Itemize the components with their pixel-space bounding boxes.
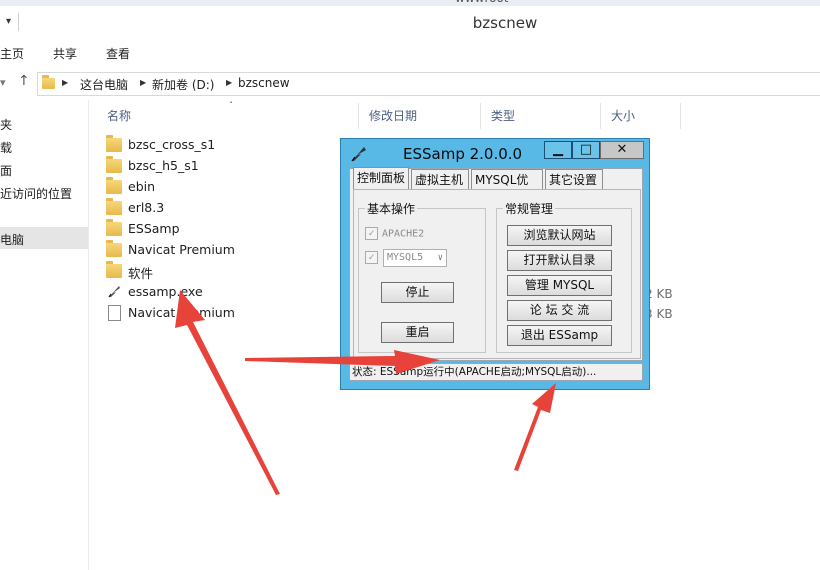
parent-window-strip bbox=[0, 0, 820, 6]
checkbox-checked-icon[interactable]: ✓ bbox=[365, 227, 378, 240]
breadcrumb-chevron-icon: ▶ bbox=[226, 78, 233, 87]
up-arrow-icon[interactable]: ↑ bbox=[18, 73, 30, 89]
exit-essamp-button[interactable]: 退出 ESSamp bbox=[507, 325, 612, 346]
breadcrumb-chevron-icon: ▶ bbox=[62, 78, 69, 87]
breadcrumb-chevron-icon: ▶ bbox=[140, 78, 147, 87]
tab-mysql-optimize[interactable]: MYSQL优化 bbox=[471, 169, 543, 207]
column-header: 名称 修改日期 类型 大小 bbox=[89, 103, 681, 129]
nav-item-this-pc[interactable]: 电脑 bbox=[0, 231, 24, 248]
nav-item-desktop[interactable]: 面 bbox=[0, 162, 12, 179]
checkbox-checked-icon[interactable]: ✓ bbox=[365, 251, 378, 264]
minimize-icon: ▁ bbox=[553, 142, 563, 157]
ribbon-tab-view[interactable]: 查看 bbox=[106, 45, 130, 62]
folder-icon bbox=[42, 75, 55, 89]
breadcrumb-current-folder[interactable]: bzscnew bbox=[238, 76, 290, 90]
folder-icon bbox=[106, 240, 122, 257]
mysql-version-value: MYSQL5 bbox=[387, 252, 424, 263]
manage-mysql-button[interactable]: 管理 MYSQL bbox=[507, 275, 612, 296]
ribbon-tab-home[interactable]: 主页 bbox=[0, 45, 24, 62]
folder-icon bbox=[106, 219, 122, 236]
apache-checkbox-row[interactable]: ✓ APACHE2 bbox=[365, 227, 424, 240]
maximize-button[interactable]: □ bbox=[572, 141, 600, 159]
ribbon: 主页 共享 查看 bbox=[0, 40, 820, 67]
recent-locations-icon[interactable]: ▾ bbox=[0, 76, 6, 89]
file-name: Navicat Premium bbox=[128, 305, 235, 320]
breadcrumb-drive[interactable]: 新加卷 (D:) bbox=[152, 76, 214, 93]
apache-label: APACHE2 bbox=[382, 228, 425, 240]
folder-icon bbox=[106, 156, 122, 173]
feather-logo-icon bbox=[351, 147, 366, 162]
folder-icon bbox=[106, 135, 122, 152]
browse-default-site-button[interactable]: 浏览默认网站 bbox=[507, 225, 612, 246]
close-button[interactable]: ✕ bbox=[600, 141, 644, 159]
file-name: bzsc_h5_s1 bbox=[128, 158, 199, 173]
close-icon: ✕ bbox=[616, 142, 628, 157]
shortcut-file-icon bbox=[108, 305, 121, 321]
status-bar: 状态: ESSamp运行中(APACHE启动;MYSQL启动)... bbox=[349, 363, 643, 381]
mysql-version-select[interactable]: MYSQL5 ∨ bbox=[383, 249, 447, 267]
arrow-to-exe bbox=[175, 290, 280, 495]
column-type[interactable]: 类型 bbox=[481, 103, 601, 129]
essamp-title: ESSamp 2.0.0.0 bbox=[403, 145, 523, 163]
open-default-dir-button[interactable]: 打开默认目录 bbox=[507, 250, 612, 271]
window-title: bzscnew bbox=[472, 14, 538, 32]
file-name: ebin bbox=[128, 179, 156, 194]
restart-button[interactable]: 重启 bbox=[381, 322, 454, 343]
folder-icon bbox=[106, 198, 122, 215]
tab-virtual-host[interactable]: 虚拟主机 bbox=[411, 169, 469, 189]
forum-button[interactable]: 论 坛 交 流 bbox=[507, 300, 612, 321]
navigation-pane bbox=[0, 100, 89, 570]
folder-icon bbox=[106, 261, 122, 278]
group-title: 常规管理 bbox=[503, 200, 556, 217]
feather-app-icon bbox=[108, 286, 120, 298]
column-modified[interactable]: 修改日期 bbox=[359, 103, 481, 129]
mysql-checkbox-row[interactable]: ✓ bbox=[365, 251, 382, 264]
nav-item-favorites[interactable]: 夹 bbox=[0, 116, 12, 133]
file-name: essamp.exe bbox=[128, 284, 203, 299]
column-size[interactable]: 大小 bbox=[601, 103, 681, 129]
address-bar[interactable]: ▶ 这台电脑 ▶ 新加卷 (D:) ▶ bzscnew bbox=[37, 72, 820, 96]
arrow-to-status bbox=[514, 383, 556, 471]
minimize-button[interactable]: ▁ bbox=[544, 141, 572, 159]
nav-item-downloads[interactable]: 载 bbox=[0, 139, 12, 156]
maximize-icon: □ bbox=[579, 142, 593, 157]
file-name: 软件 bbox=[128, 266, 154, 281]
nav-item-recent-places[interactable]: 近访问的位置 bbox=[0, 185, 72, 202]
folder-icon bbox=[106, 177, 122, 194]
file-name: bzsc_cross_s1 bbox=[128, 137, 216, 152]
file-name: erl8.3 bbox=[128, 200, 165, 215]
ribbon-tab-share[interactable]: 共享 bbox=[53, 45, 77, 62]
breadcrumb-this-pc[interactable]: 这台电脑 bbox=[80, 76, 128, 93]
essamp-dialog: ESSamp 2.0.0.0 ▁ □ ✕ 控制面板 虚拟主机 MYSQL优化 其… bbox=[340, 138, 650, 390]
stop-button[interactable]: 停止 bbox=[381, 282, 454, 303]
group-title: 基本操作 bbox=[365, 200, 418, 217]
file-name: ESSamp bbox=[128, 221, 180, 236]
file-name: Navicat Premium bbox=[128, 242, 235, 257]
column-name[interactable]: 名称 bbox=[97, 103, 359, 129]
tab-control-panel[interactable]: 控制面板 bbox=[353, 167, 409, 190]
parent-window-title: wwwroot bbox=[455, 0, 509, 5]
chevron-down-icon: ∨ bbox=[437, 253, 443, 263]
tab-other-settings[interactable]: 其它设置 bbox=[545, 169, 603, 189]
